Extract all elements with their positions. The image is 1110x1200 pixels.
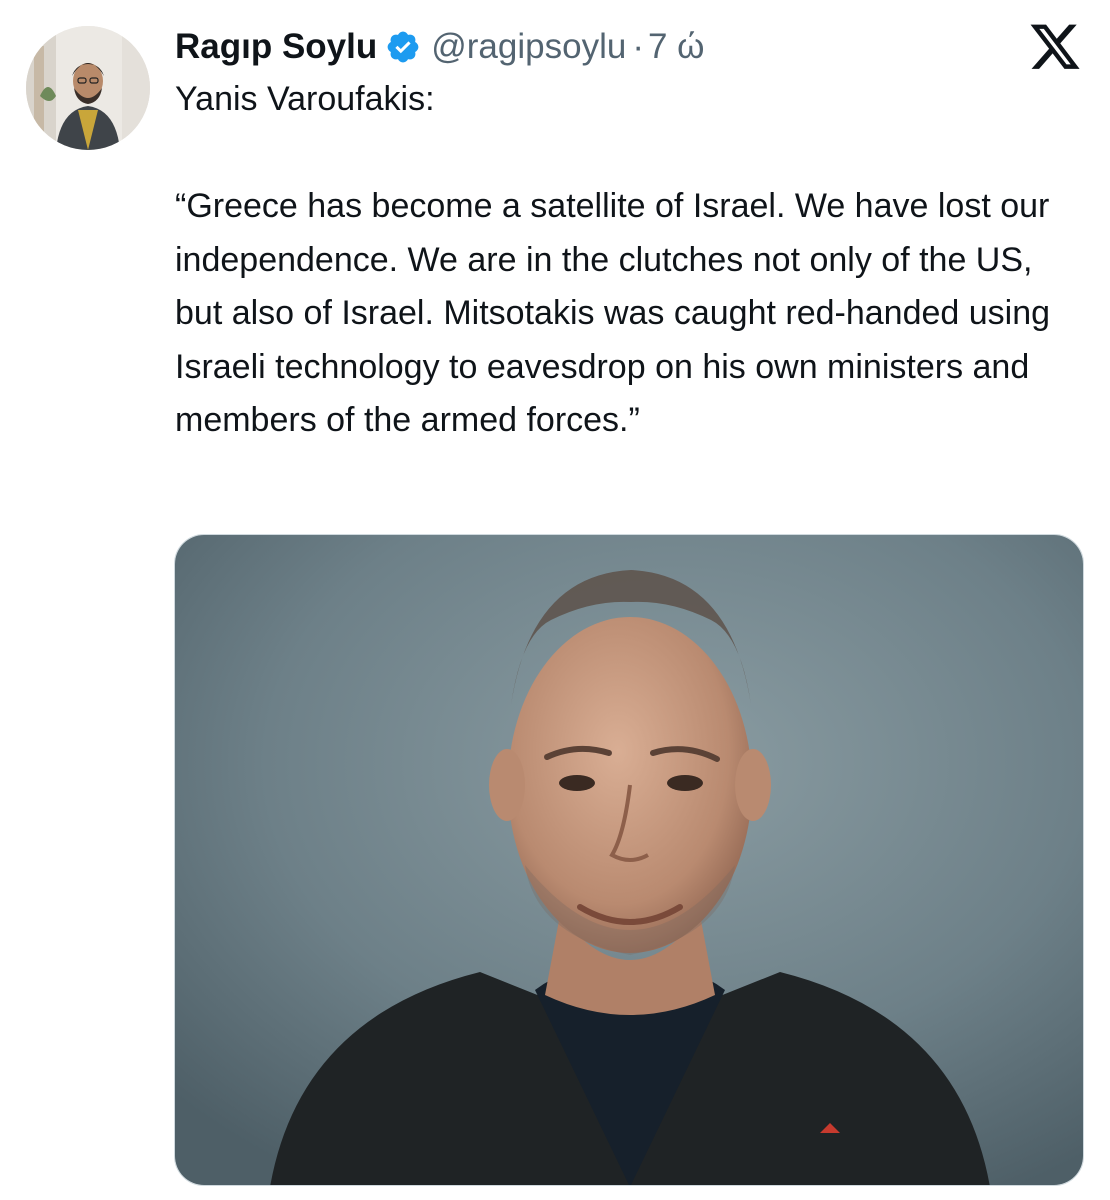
separator-dot: ·	[632, 27, 644, 66]
author-avatar[interactable]	[26, 26, 150, 150]
author-handle[interactable]: @ragipsoylu	[431, 22, 626, 72]
x-logo-icon[interactable]	[1027, 24, 1083, 74]
tweet-header: Ragıp Soylu @ragipsoylu · 7 ώ	[175, 22, 705, 72]
tweet-timestamp[interactable]: 7 ώ	[648, 22, 705, 72]
tweet-media-photo[interactable]	[174, 534, 1084, 1186]
author-display-name[interactable]: Ragıp Soylu	[175, 22, 377, 72]
avatar-photo-icon	[26, 26, 150, 150]
verified-badge-icon	[385, 29, 421, 65]
tweet-text: Yanis Varoufakis: “Greece has become a s…	[175, 80, 1051, 439]
portrait-photo-icon	[175, 535, 1083, 1185]
